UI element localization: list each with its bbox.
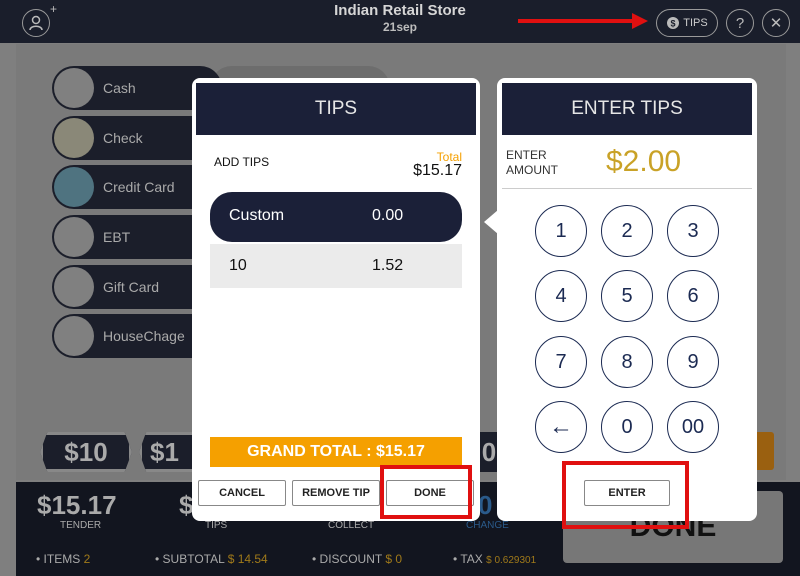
key-label: 0 <box>621 415 633 438</box>
key-6[interactable]: 6 <box>667 270 719 322</box>
tax-value: $ 0.629301 <box>486 555 537 566</box>
grand-total-text: GRAND TOTAL : $15.17 <box>247 443 425 460</box>
annotation-arrow-shaft <box>518 19 636 23</box>
highlight-done-box <box>380 465 472 519</box>
ebt-icon <box>54 217 94 257</box>
change-value: 0 <box>478 490 493 520</box>
dollar-coin-icon: $ <box>667 17 680 29</box>
key-label: 9 <box>687 350 699 373</box>
quick-amount-label: $1 <box>150 436 179 467</box>
enter-amount-label-line1: ENTER <box>506 148 547 162</box>
quick-amount-1[interactable]: $1 <box>139 432 199 472</box>
key-4[interactable]: 4 <box>535 270 587 322</box>
entered-amount: $2.00 <box>606 145 682 178</box>
quick-amount-label: $10 <box>64 436 108 467</box>
cash-icon <box>54 68 94 108</box>
quick-amount-label: 0 <box>481 436 497 467</box>
check-icon <box>54 118 94 158</box>
key-label: 6 <box>687 284 699 307</box>
items-value: 2 <box>83 552 91 566</box>
help-button[interactable]: ? <box>726 9 754 37</box>
gift-card-icon <box>54 267 94 307</box>
discount-summary: • DISCOUNT $ 0 <box>312 552 403 566</box>
key-label: 3 <box>687 219 699 242</box>
discount-label: DISCOUNT <box>319 552 382 566</box>
payment-label: Cash <box>103 80 136 96</box>
key-label: 8 <box>621 350 633 373</box>
cancel-button[interactable]: CANCEL <box>198 480 286 506</box>
key-9[interactable]: 9 <box>667 336 719 388</box>
tender-label: TENDER <box>60 520 102 531</box>
house-charge-icon <box>54 316 94 356</box>
key-label: 4 <box>555 284 567 307</box>
payment-label: Check <box>103 130 143 146</box>
items-summary: • ITEMS 2 <box>36 552 91 566</box>
tip-option-name: 10 <box>229 257 247 274</box>
question-icon: ? <box>735 14 745 32</box>
quick-amount-10[interactable]: $10 <box>40 432 132 472</box>
collect-label: COLLECT <box>328 520 375 531</box>
key-label: 2 <box>621 219 633 242</box>
items-label: ITEMS <box>43 552 81 566</box>
backspace-icon: ← <box>549 413 573 440</box>
tip-option-amount: 0.00 <box>372 207 404 224</box>
tip-option-custom[interactable]: Custom 0.00 <box>210 192 462 242</box>
tips-button[interactable]: $ TIPS <box>656 9 718 37</box>
subtotal-summary: • SUBTOTAL $ 14.54 <box>155 552 268 566</box>
payment-label: Gift Card <box>103 279 160 295</box>
svg-text:$: $ <box>671 19 676 29</box>
backspace-key[interactable]: ← <box>535 401 587 453</box>
amount-divider <box>502 188 752 189</box>
subtotal-value: $ 14.54 <box>227 552 268 566</box>
grand-total-bar: GRAND TOTAL : $15.17 <box>210 437 462 467</box>
highlight-enter-box <box>562 461 689 529</box>
payment-label: HouseChage <box>103 328 185 344</box>
enter-amount-label: ENTER AMOUNT <box>506 148 558 178</box>
total-value: $15.17 <box>413 162 462 179</box>
key-00[interactable]: 00 <box>667 401 719 453</box>
payment-label: Credit Card <box>103 179 175 195</box>
tip-option-10[interactable]: 10 1.52 <box>210 244 462 288</box>
enter-tips-title: ENTER TIPS <box>502 83 752 135</box>
enter-tips-pointer <box>484 210 498 234</box>
key-label: 5 <box>621 284 633 307</box>
top-bar: + Indian Retail Store 21sep $ TIPS ? ✕ <box>0 0 800 43</box>
key-5[interactable]: 5 <box>601 270 653 322</box>
tax-summary: • TAX $ 0.629301 <box>453 552 537 566</box>
key-1[interactable]: 1 <box>535 205 587 257</box>
add-tips-label: ADD TIPS <box>214 155 270 169</box>
credit-card-icon <box>54 167 94 207</box>
key-label: 7 <box>555 350 567 373</box>
tips-button-label: TIPS <box>683 17 708 29</box>
change-label: CHANGE <box>466 520 509 531</box>
remove-tip-button[interactable]: REMOVE TIP <box>292 480 380 506</box>
key-3[interactable]: 3 <box>667 205 719 257</box>
annotation-arrow-head <box>632 13 648 29</box>
discount-value: $ 0 <box>385 552 403 566</box>
tax-label: TAX <box>460 552 483 566</box>
tips-summary-label: TIPS <box>205 520 228 531</box>
key-label: 1 <box>555 219 567 242</box>
close-icon: ✕ <box>769 15 783 32</box>
close-button[interactable]: ✕ <box>762 9 790 37</box>
key-label: 00 <box>681 415 705 438</box>
key-2[interactable]: 2 <box>601 205 653 257</box>
tip-option-name: Custom <box>229 207 285 224</box>
payment-label: EBT <box>103 229 131 245</box>
subtotal-label: SUBTOTAL <box>162 552 225 566</box>
tips-dialog-title: TIPS <box>196 83 476 135</box>
tender-value: $15.17 <box>37 490 117 520</box>
enter-amount-label-line2: AMOUNT <box>506 163 558 177</box>
key-0[interactable]: 0 <box>601 401 653 453</box>
key-7[interactable]: 7 <box>535 336 587 388</box>
tip-option-amount: 1.52 <box>372 257 404 274</box>
key-8[interactable]: 8 <box>601 336 653 388</box>
